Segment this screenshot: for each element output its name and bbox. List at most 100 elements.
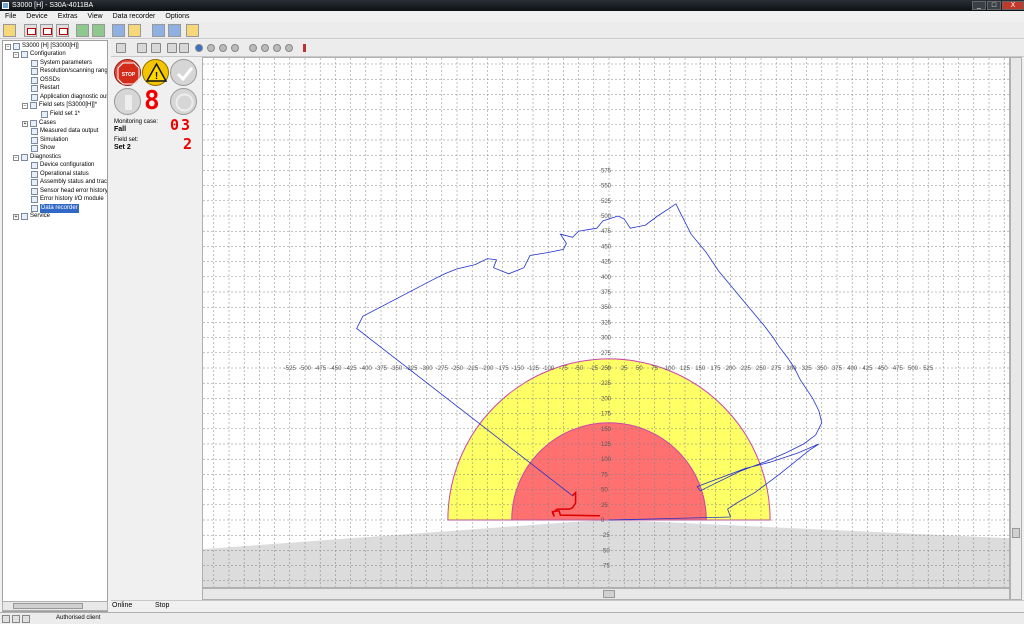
tree-field-sets[interactable]: − Field sets [S3000[H]]* [22, 101, 97, 110]
last-frame-icon[interactable] [285, 44, 293, 52]
tree-service[interactable]: + Service [13, 212, 50, 221]
device-red-icon[interactable] [40, 24, 53, 37]
field-set-digit: 2 [183, 135, 193, 153]
x-tick-label: -400 [360, 366, 373, 372]
pause-icon[interactable] [219, 44, 227, 52]
x-tick-label: -175 [497, 366, 510, 372]
device-stop-icon[interactable] [56, 24, 69, 37]
tree-configuration[interactable]: − Configuration [13, 50, 66, 59]
open-icon[interactable] [137, 43, 147, 53]
menu-device[interactable]: Device [21, 11, 52, 22]
connect-icon[interactable] [112, 24, 125, 37]
y-tick-label: 100 [601, 457, 612, 463]
user-icon[interactable] [186, 24, 199, 37]
tree-field-set-1[interactable]: Field set 1* [41, 110, 80, 119]
print-icon[interactable] [116, 43, 126, 53]
tree-assembly-status[interactable]: Assembly status and trace [31, 178, 107, 187]
x-tick-label: 200 [726, 366, 737, 372]
scan-plot-canvas[interactable]: -525 -500 -475 -450 -425 -400 -375 -350 -325 -300… [202, 57, 1010, 588]
y-tick-label: 25 [601, 503, 608, 509]
x-tick-label: 375 [832, 366, 843, 372]
page-icon [31, 171, 38, 178]
play-icon[interactable] [207, 44, 215, 52]
x-tick-label: 450 [878, 366, 889, 372]
page-icon [31, 85, 38, 92]
prev-frame-icon[interactable] [261, 44, 269, 52]
project-tree: − S3000 [H] [S3000[H]] − Configuration Sys… [2, 40, 108, 612]
menu-extras[interactable]: Extras [53, 11, 83, 22]
tree-device-configuration[interactable]: Device configuration [31, 161, 94, 170]
plot-horizontal-scrollbar[interactable] [202, 588, 1010, 600]
menu-file[interactable]: File [0, 11, 21, 22]
window-controls: _ □ X [971, 0, 1024, 11]
download-icon[interactable] [168, 24, 181, 37]
field-sets-icon [30, 102, 37, 109]
tree-resolution[interactable]: Resolution/scanning range [31, 67, 107, 76]
select-icon[interactable] [179, 43, 189, 53]
device-icon[interactable] [24, 24, 37, 37]
y-tick-label: 225 [601, 381, 612, 387]
x-tick-label: 150 [695, 366, 706, 372]
y-tick-label: 275 [601, 351, 612, 357]
x-tick-label: -350 [390, 366, 403, 372]
next-frame-icon[interactable] [273, 44, 281, 52]
tree-scrollbar[interactable] [2, 601, 108, 611]
menu-bar: File Device Extras View Data recorder Op… [0, 11, 1024, 22]
status-icon-2 [12, 615, 20, 623]
marker-icon[interactable] [303, 44, 306, 52]
tree-scroll-thumb[interactable] [13, 603, 83, 609]
horizontal-scroll-thumb[interactable] [603, 590, 615, 598]
x-tick-label: -125 [527, 366, 540, 372]
page-icon [31, 179, 38, 186]
monitoring-case-value: Fall [114, 126, 127, 133]
x-tick-label: -200 [481, 366, 494, 372]
plot-vertical-scrollbar[interactable] [1010, 57, 1022, 600]
network-icon[interactable] [128, 24, 141, 37]
main-toolbar [0, 22, 1024, 39]
page-icon [31, 137, 38, 144]
menu-view[interactable]: View [83, 11, 108, 22]
tree-show[interactable]: Show [31, 144, 55, 153]
page-icon [31, 188, 38, 195]
y-tick-label: 300 [601, 336, 612, 342]
tree-measured-data[interactable]: Measured data output [31, 127, 98, 136]
minimize-button[interactable]: _ [972, 1, 986, 10]
page-icon [31, 145, 38, 152]
first-frame-icon[interactable] [249, 44, 257, 52]
y-tick-label: -50 [601, 548, 610, 554]
y-tick-label: 150 [601, 427, 612, 433]
menu-data-recorder[interactable]: Data recorder [108, 11, 161, 22]
new-project-icon[interactable] [3, 24, 16, 37]
y-tick-label: 550 [601, 184, 612, 190]
edit-icon[interactable] [167, 43, 177, 53]
tree-restart[interactable]: Restart [31, 84, 59, 93]
collapse-icon[interactable]: − [5, 43, 11, 50]
collapse-icon[interactable]: − [13, 154, 19, 161]
transfer-icon[interactable] [76, 24, 89, 37]
run-status: Stop [155, 602, 170, 609]
vertical-scroll-thumb[interactable] [1012, 528, 1020, 538]
record-icon[interactable] [195, 44, 203, 52]
tree-error-history-io[interactable]: Error history I/O module [31, 195, 104, 204]
scan-plot[interactable]: -525 -500 -475 -450 -425 -400 -375 -350 -325 -300… [203, 58, 1009, 587]
expand-icon[interactable]: + [22, 120, 28, 127]
expand-icon[interactable]: + [13, 213, 19, 220]
x-tick-label: -525 [284, 366, 297, 372]
x-tick-label: 25 [621, 366, 628, 372]
stop-icon[interactable] [231, 44, 239, 52]
page-icon [31, 196, 38, 203]
x-tick-label: -300 [421, 366, 434, 372]
maximize-button[interactable]: □ [987, 1, 1001, 10]
menu-options[interactable]: Options [160, 11, 194, 22]
collapse-icon[interactable]: − [22, 102, 28, 109]
x-tick-label: 325 [802, 366, 813, 372]
x-tick-label: -225 [466, 366, 479, 372]
config-icon [21, 51, 28, 58]
save-icon[interactable] [151, 43, 161, 53]
upload-icon[interactable] [152, 24, 165, 37]
close-button[interactable]: X [1002, 1, 1024, 10]
monitoring-case-label: Monitoring case: [114, 119, 159, 125]
collapse-icon[interactable]: − [13, 51, 19, 58]
x-tick-label: 400 [847, 366, 858, 372]
compare-icon[interactable] [92, 24, 105, 37]
